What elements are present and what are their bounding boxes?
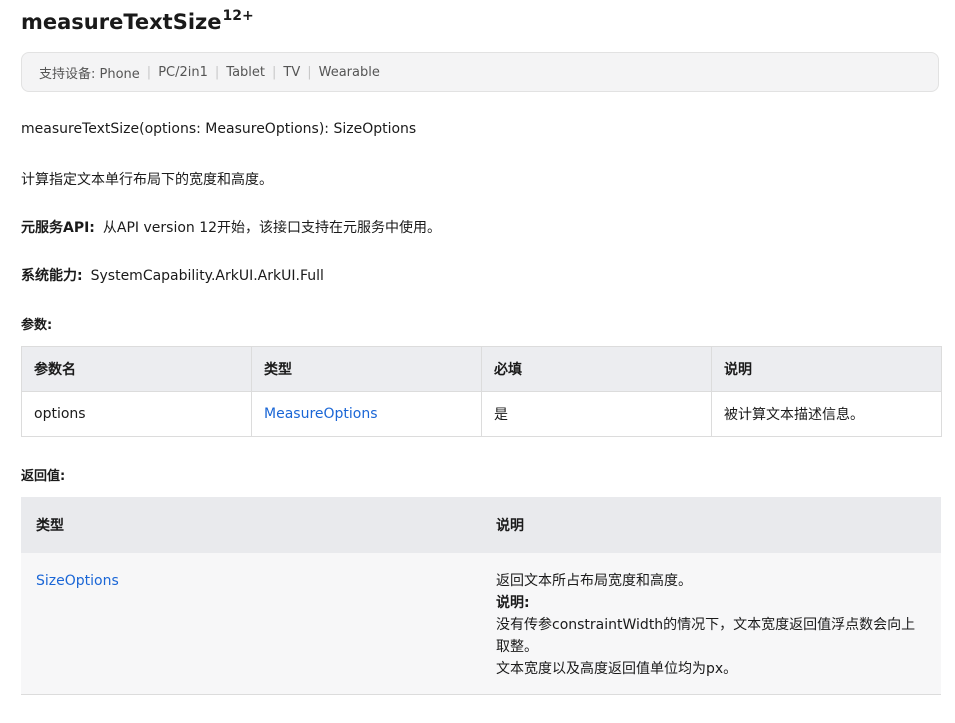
separator: | <box>307 64 312 80</box>
params-table: 参数名 类型 必填 说明 options MeasureOptions 是 被计… <box>21 346 942 437</box>
returns-heading: 返回值: <box>21 469 66 484</box>
column-header: 说明 <box>481 497 941 553</box>
column-header: 必填 <box>481 346 712 392</box>
return-description: 返回文本所占布局宽度和高度。 <box>496 573 692 589</box>
size-options-link[interactable]: SizeOptions <box>36 573 119 589</box>
separator: | <box>214 64 220 80</box>
device-item: Wearable <box>318 64 380 80</box>
table-header-row: 类型 说明 <box>21 497 941 553</box>
table-row: options MeasureOptions 是 被计算文本描述信息。 <box>21 391 942 437</box>
return-desc-cell: 返回文本所占布局宽度和高度。 说明: 没有传参constraintWidth的情… <box>481 553 941 695</box>
note-text: 没有传参constraintWidth的情况下，文本宽度返回值浮点数会向上取整。 <box>496 617 916 655</box>
devices-label: 支持设备: Phone <box>39 66 140 82</box>
column-header: 参数名 <box>21 346 252 392</box>
atomic-service-text: 从API version 12开始，该接口支持在元服务中使用。 <box>102 220 442 236</box>
returns-table: 类型 说明 SizeOptions 返回文本所占布局宽度和高度。 说明: 没有传… <box>21 497 941 695</box>
table-header-row: 参数名 类型 必填 说明 <box>21 346 942 392</box>
measure-options-link[interactable]: MeasureOptions <box>264 406 378 422</box>
atomic-service-label: 元服务API: <box>21 220 95 236</box>
device-item: PC/2in1 <box>158 64 208 80</box>
system-capability-line: 系统能力: SystemCapability.ArkUI.ArkUI.Full <box>21 265 324 285</box>
atomic-service-line: 元服务API: 从API version 12开始，该接口支持在元服务中使用。 <box>21 217 441 237</box>
params-heading: 参数: <box>21 318 53 333</box>
system-capability-text: SystemCapability.ArkUI.ArkUI.Full <box>90 268 324 284</box>
column-header: 类型 <box>251 346 482 392</box>
param-name-cell: options <box>21 391 252 437</box>
return-type-cell: SizeOptions <box>21 553 481 695</box>
api-name: measureTextSize <box>21 10 222 34</box>
column-header: 说明 <box>711 346 942 392</box>
page-title: measureTextSize12+ <box>21 8 254 34</box>
supported-devices-bar: 支持设备: Phone | PC/2in1 | Tablet | TV | We… <box>21 52 939 92</box>
note-label: 说明: <box>496 595 530 611</box>
param-type-cell: MeasureOptions <box>251 391 482 437</box>
separator: | <box>146 64 152 80</box>
system-capability-label: 系统能力: <box>21 268 83 284</box>
separator: | <box>272 64 277 80</box>
device-item: Tablet <box>226 64 265 80</box>
function-description: 计算指定文本单行布局下的宽度和高度。 <box>21 172 273 188</box>
param-desc-cell: 被计算文本描述信息。 <box>711 391 942 437</box>
device-item: TV <box>283 64 301 80</box>
function-signature: measureTextSize(options: MeasureOptions)… <box>21 121 417 137</box>
api-version-badge: 12+ <box>222 8 254 24</box>
table-row: SizeOptions 返回文本所占布局宽度和高度。 说明: 没有传参const… <box>21 553 941 695</box>
note-text: 文本宽度以及高度返回值单位均为px。 <box>496 661 738 677</box>
param-required-cell: 是 <box>481 391 712 437</box>
column-header: 类型 <box>21 497 481 553</box>
